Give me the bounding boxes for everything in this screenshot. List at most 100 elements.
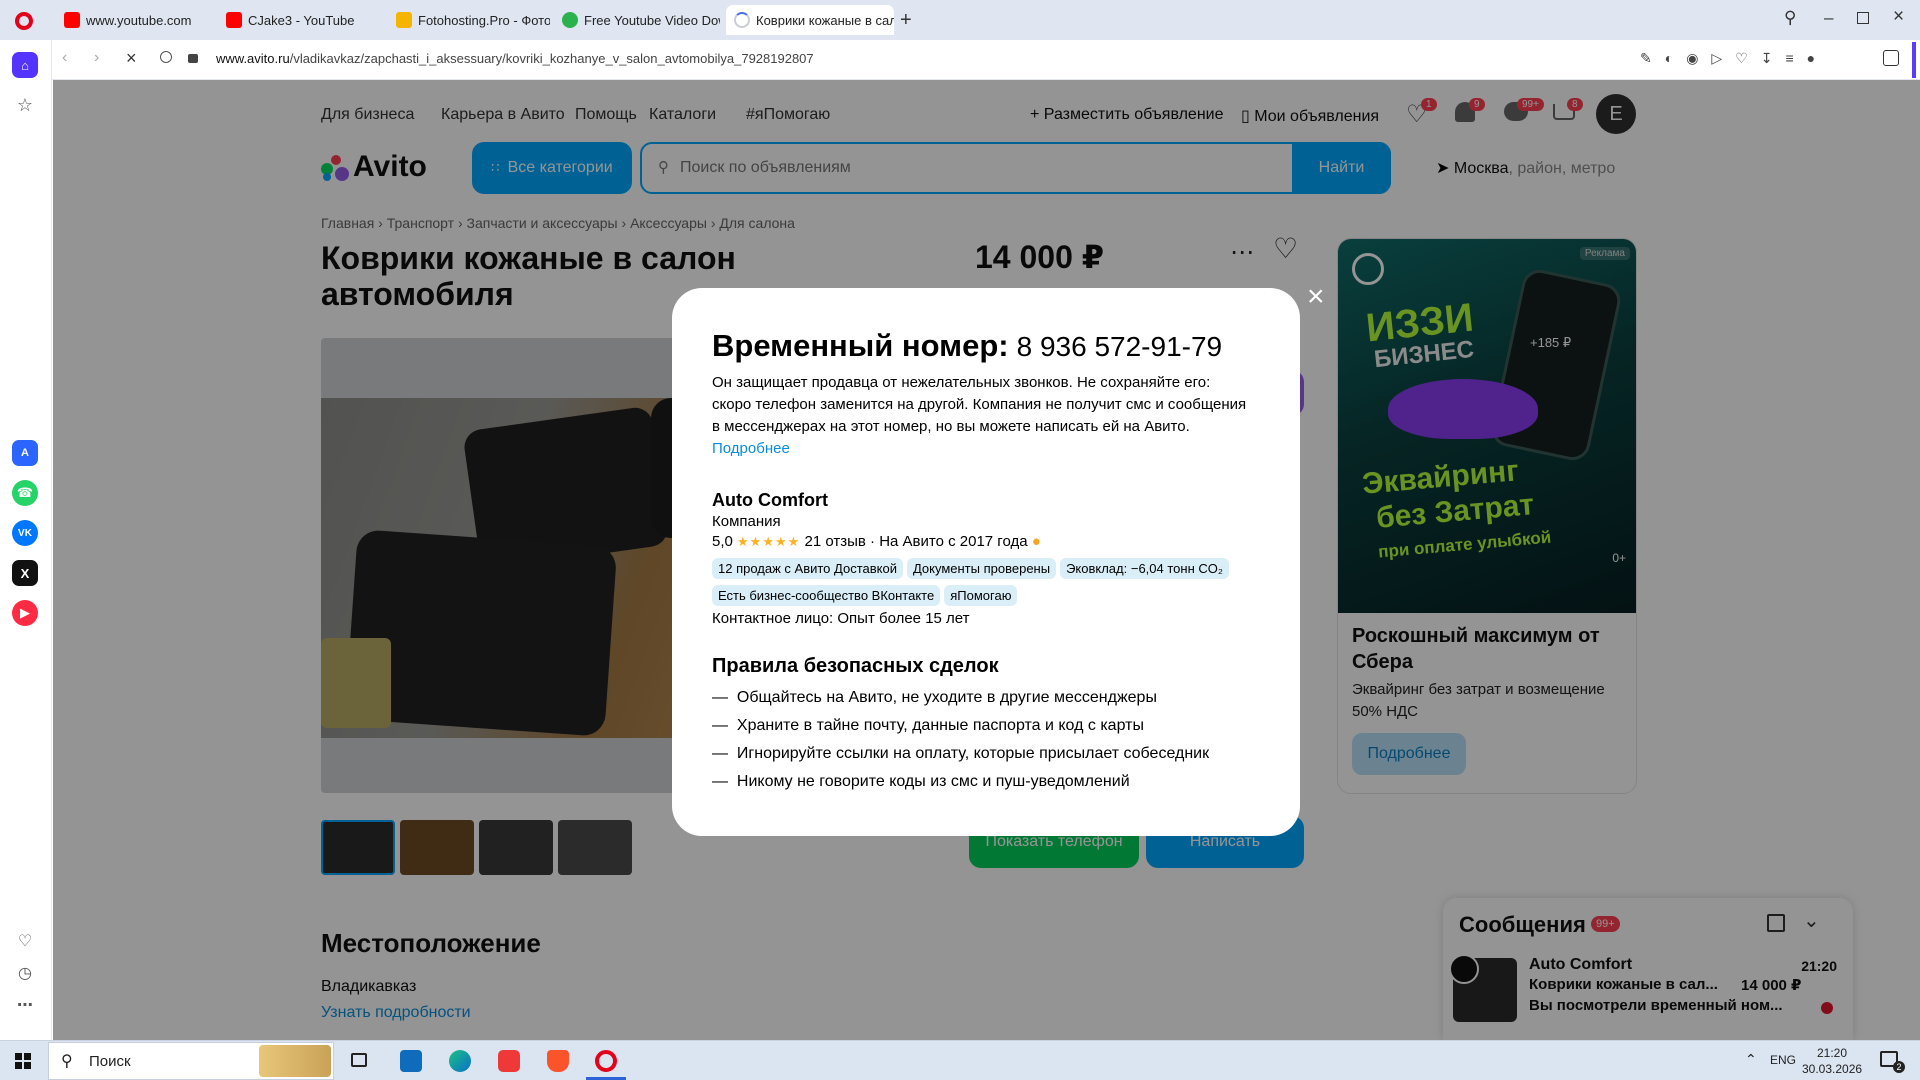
rule-text: Общайтесь на Авито, не уходите в другие … — [736, 689, 1157, 706]
badge-ihelp: яПомогаю — [944, 585, 1018, 606]
rules-list: — Общайтесь на Авито, не уходите в други… — [712, 684, 1260, 796]
seller-badges: 12 продаж с Авито Доставкой Документы про… — [712, 558, 1260, 612]
brave-icon[interactable] — [547, 1050, 569, 1072]
download-icon[interactable]: ↧ — [1761, 50, 1773, 67]
clock[interactable]: 21:20 30.03.2026 — [1802, 1045, 1862, 1077]
fotohosting-icon — [396, 12, 412, 28]
search-highlight-image — [259, 1045, 331, 1077]
rule-item: — Общайтесь на Авито, не уходите в други… — [712, 689, 1157, 706]
modal-close-icon[interactable]: × — [1307, 280, 1325, 314]
badge-vk: Есть бизнес-сообщество ВКонтакте — [712, 585, 941, 606]
tab-avito[interactable]: Коврики кожаные в сало — [726, 5, 894, 35]
tab-label: Коврики кожаные в сало — [756, 12, 894, 28]
rule-item: — Никому не говорите коды из смс и пуш-у… — [712, 773, 1130, 790]
lock-icon — [188, 54, 198, 63]
contact-person: Контактное лицо: Опыт более 15 лет — [712, 610, 970, 627]
home-icon[interactable]: ⌂ — [12, 52, 38, 78]
rule-text: Храните в тайне почту, данные паспорта и… — [736, 717, 1144, 734]
badge-eco: Эковклад: −6,04 тонн CO₂ — [1060, 558, 1229, 579]
notification-count: 2 — [1893, 1061, 1905, 1073]
modal-text-body: Он защищает продавца от нежелательных зв… — [712, 374, 1247, 435]
adblock-icon[interactable]: ◉ — [1686, 50, 1698, 67]
language-indicator[interactable]: ENG — [1770, 1053, 1796, 1067]
badge-documents: Документы проверены — [906, 558, 1057, 579]
tab-youtube[interactable]: www.youtube.com — [56, 5, 216, 35]
clock-date: 30.03.2026 — [1802, 1062, 1863, 1076]
minimize-icon[interactable]: – — [1824, 8, 1833, 28]
clock-time: 21:20 — [1816, 1046, 1848, 1060]
url-text[interactable]: www.avito.ru/vladikavkaz/zapchasti_i_aks… — [216, 51, 814, 66]
phone-modal: Временный номер: 8 936 572-91-79 Он защищ… — [672, 288, 1300, 836]
rule-item: — Храните в тайне почту, данные паспорта… — [712, 717, 1144, 734]
modal-more-link[interactable]: Подробнее — [712, 440, 790, 457]
medal-icon: ● — [1031, 533, 1041, 550]
modal-title-row: Временный номер: 8 936 572-91-79 — [712, 328, 1260, 364]
modal-phone[interactable]: 8 936 572-91-79 — [1017, 331, 1223, 362]
taskbar-search-box[interactable]: ⚲ Поиск — [48, 1042, 334, 1080]
tab-label: Free Youtube Video Down — [584, 12, 720, 28]
tab-downloader[interactable]: Free Youtube Video Down — [554, 5, 720, 35]
easy-setup-icon[interactable] — [1883, 50, 1899, 66]
youtube-icon — [226, 12, 242, 28]
more-icon[interactable]: ⋯ — [12, 992, 38, 1018]
tab-fotohosting[interactable]: Fotohosting.Pro - Фотохо — [388, 5, 550, 35]
tab-label: Fotohosting.Pro - Фотохо — [418, 12, 550, 28]
edit-icon[interactable]: ✎ — [1640, 50, 1652, 67]
seller-rating: 5,0 — [712, 533, 733, 550]
seller-reviews[interactable]: 21 отзыв — [804, 533, 865, 550]
youtube-icon — [64, 12, 80, 28]
seller-name[interactable]: Auto Comfort — [712, 490, 1260, 511]
seller-since: · На Авито с 2017 года — [870, 533, 1028, 550]
browser-tab-bar: www.youtube.com CJake3 - YouTube Fotohos… — [0, 0, 1920, 40]
menu-icon[interactable]: ≡ — [1786, 50, 1794, 67]
opera-sidebar: ⌂ ☆ A ☎ VK X ▶ ♡ ◷ ⋯ — [0, 40, 52, 1040]
taskbar-search-icon: ⚲ — [61, 1053, 73, 1070]
favorites-icon[interactable]: ♡ — [12, 928, 38, 954]
rule-text: Никому не говорите коды из смс и пуш-уве… — [736, 773, 1130, 790]
tray-chevron-icon[interactable]: ⌃ — [1745, 1051, 1757, 1068]
vk-icon[interactable]: VK — [12, 520, 38, 546]
scroll-indicator — [1912, 42, 1916, 78]
new-tab-icon[interactable]: + — [900, 9, 912, 32]
music-player-icon[interactable]: ▶ — [12, 600, 38, 626]
url-domain: www.avito.ru — [216, 51, 290, 66]
history-icon[interactable]: ◷ — [12, 960, 38, 986]
opera-logo-icon[interactable] — [15, 12, 33, 30]
play-icon[interactable]: ▷ — [1711, 50, 1722, 67]
heart-icon[interactable]: ♡ — [1735, 50, 1748, 67]
rule-item: — Игнорируйте ссылки на оплату, которые … — [712, 745, 1210, 762]
profile-icon[interactable]: ● — [1807, 50, 1815, 67]
whatsapp-icon[interactable]: ☎ — [12, 480, 38, 506]
pin-icon[interactable]: ☆ — [12, 92, 38, 118]
camera-icon[interactable]: ◐ — [1665, 50, 1673, 67]
site-info-icon[interactable] — [160, 51, 172, 63]
x-icon[interactable]: X — [12, 560, 38, 586]
edge-icon[interactable] — [449, 1050, 471, 1072]
windows-start-icon[interactable] — [15, 1053, 31, 1069]
search-tabs-icon[interactable]: ⚲ — [1784, 8, 1796, 28]
outlook-icon[interactable] — [400, 1050, 422, 1072]
tab-label: CJake3 - YouTube — [248, 12, 355, 28]
seller-rating-row: 5,0 ★★★★★ 21 отзыв · На Авито с 2017 год… — [712, 533, 1260, 550]
restore-icon[interactable] — [1857, 12, 1869, 24]
stop-loading-icon[interactable]: × — [126, 48, 137, 69]
windows-taskbar: ⚲ Поиск ⌃ ENG 21:20 30.03.2026 2 — [0, 1040, 1920, 1080]
forward-icon[interactable]: › — [94, 49, 99, 67]
downloader-icon — [562, 12, 578, 28]
loading-spinner-icon — [734, 12, 750, 28]
address-bar: ‹ › × www.avito.ru/vladikavkaz/zapchasti… — [52, 40, 1920, 80]
aria-icon[interactable]: A — [12, 440, 38, 466]
tab-label: www.youtube.com — [86, 12, 192, 28]
address-toolbar-icons: ✎ ◐ ◉ ▷ ♡ ↧ ≡ ● — [1640, 50, 1815, 67]
rules-title: Правила безопасных сделок — [712, 655, 999, 677]
task-view-icon[interactable] — [351, 1053, 367, 1067]
tab-cjake3[interactable]: CJake3 - YouTube — [218, 5, 378, 35]
opera-taskbar-icon[interactable] — [595, 1050, 617, 1072]
seller-type: Компания — [712, 513, 781, 530]
rule-text: Игнорируйте ссылки на оплату, которые пр… — [736, 745, 1210, 762]
modal-text: Он защищает продавца от нежелательных зв… — [712, 372, 1248, 460]
vivaldi-icon[interactable] — [498, 1050, 520, 1072]
taskbar-search-label: Поиск — [89, 1053, 131, 1070]
back-icon[interactable]: ‹ — [62, 49, 67, 67]
close-window-icon[interactable]: × — [1893, 6, 1904, 28]
